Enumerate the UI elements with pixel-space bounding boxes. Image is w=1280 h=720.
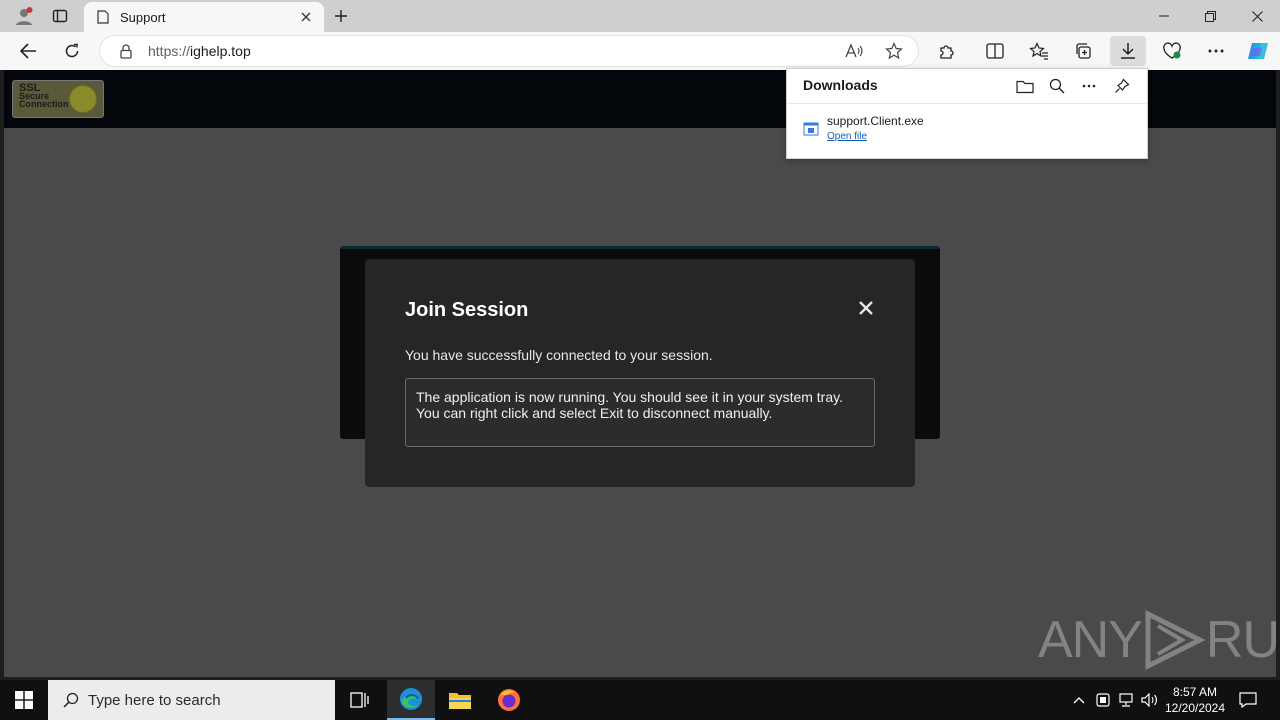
favorite-star-icon[interactable] xyxy=(882,40,906,62)
ssl-badge: SSL Secure Connection xyxy=(12,80,104,118)
title-bar: Support xyxy=(0,0,1280,32)
clock-time: 8:57 AM xyxy=(1172,685,1218,699)
extensions-icon[interactable] xyxy=(931,36,963,66)
firefox-icon[interactable] xyxy=(485,680,533,720)
volume-icon[interactable] xyxy=(1140,680,1160,720)
split-screen-icon[interactable] xyxy=(979,36,1011,66)
browser-tab[interactable]: Support xyxy=(84,2,324,32)
taskbar-search-box[interactable]: Type here to search xyxy=(48,680,335,720)
collections-icon[interactable] xyxy=(1067,36,1099,66)
web-page: SSL Secure Connection Join Session You h… xyxy=(4,70,1276,677)
windows-start-icon[interactable] xyxy=(0,680,48,720)
ssl-seal-icon xyxy=(69,85,97,113)
restore-icon[interactable] xyxy=(1187,0,1233,32)
download-file-name[interactable]: support.Client.exe xyxy=(827,114,924,128)
exe-file-icon xyxy=(803,122,819,136)
info-text: The application is now running. You shou… xyxy=(416,389,843,421)
anyrun-watermark: ANY RUN xyxy=(1038,610,1276,670)
workspaces-icon[interactable] xyxy=(44,0,76,32)
new-tab-button[interactable] xyxy=(326,0,356,32)
clock-date: 12/20/2024 xyxy=(1164,701,1226,715)
notifications-icon[interactable] xyxy=(1236,680,1260,720)
read-aloud-icon[interactable] xyxy=(842,40,866,62)
edge-taskbar-icon[interactable] xyxy=(387,680,435,720)
downloads-title: Downloads xyxy=(803,77,878,93)
open-file-link[interactable]: Open file xyxy=(827,131,867,142)
search-icon xyxy=(62,691,80,709)
close-window-icon[interactable] xyxy=(1234,0,1280,32)
dialog-title: Join Session xyxy=(405,299,529,321)
network-icon[interactable] xyxy=(1116,680,1136,720)
address-bar[interactable]: https://ighelp.top xyxy=(100,36,918,66)
taskbar-clock[interactable]: 8:57 AM 12/20/2024 xyxy=(1162,684,1228,716)
show-hidden-icons-icon[interactable] xyxy=(1068,680,1090,720)
open-folder-icon[interactable] xyxy=(1012,74,1038,98)
dialog-message: You have successfully connected to your … xyxy=(405,347,713,363)
tray-app-icon[interactable] xyxy=(1093,680,1113,720)
url-text: https://ighelp.top xyxy=(148,43,251,59)
refresh-icon[interactable] xyxy=(56,36,88,66)
info-box: The application is now running. You shou… xyxy=(405,378,875,447)
more-options-icon[interactable] xyxy=(1200,36,1232,66)
join-session-dialog: Join Session You have successfully conne… xyxy=(365,259,915,487)
search-downloads-icon[interactable] xyxy=(1044,74,1070,98)
copilot-icon[interactable] xyxy=(1242,36,1274,66)
more-download-options-icon[interactable] xyxy=(1076,74,1102,98)
downloads-icon[interactable] xyxy=(1110,36,1146,66)
downloads-divider xyxy=(787,103,1147,104)
profile-icon[interactable] xyxy=(8,0,40,32)
pin-icon[interactable] xyxy=(1109,74,1135,98)
taskbar: Type here to search 8:57 AM 12/20/2024 xyxy=(0,680,1280,720)
downloads-panel: Downloads support.Client.exe Open file xyxy=(786,68,1148,159)
page-icon xyxy=(96,10,110,24)
search-placeholder: Type here to search xyxy=(88,691,221,709)
minimize-icon[interactable] xyxy=(1141,0,1187,32)
browser-toolbar: https://ighelp.top xyxy=(0,32,1280,70)
close-tab-icon[interactable] xyxy=(294,5,318,29)
play-logo-icon xyxy=(1145,610,1206,670)
browser-essentials-icon[interactable] xyxy=(1156,36,1188,66)
tab-title: Support xyxy=(120,9,166,25)
lock-icon[interactable] xyxy=(118,43,134,59)
favorites-icon[interactable] xyxy=(1023,36,1055,66)
close-dialog-icon[interactable] xyxy=(855,297,877,319)
back-icon[interactable] xyxy=(12,36,44,66)
task-view-icon[interactable] xyxy=(336,680,384,720)
file-explorer-icon[interactable] xyxy=(436,680,484,720)
